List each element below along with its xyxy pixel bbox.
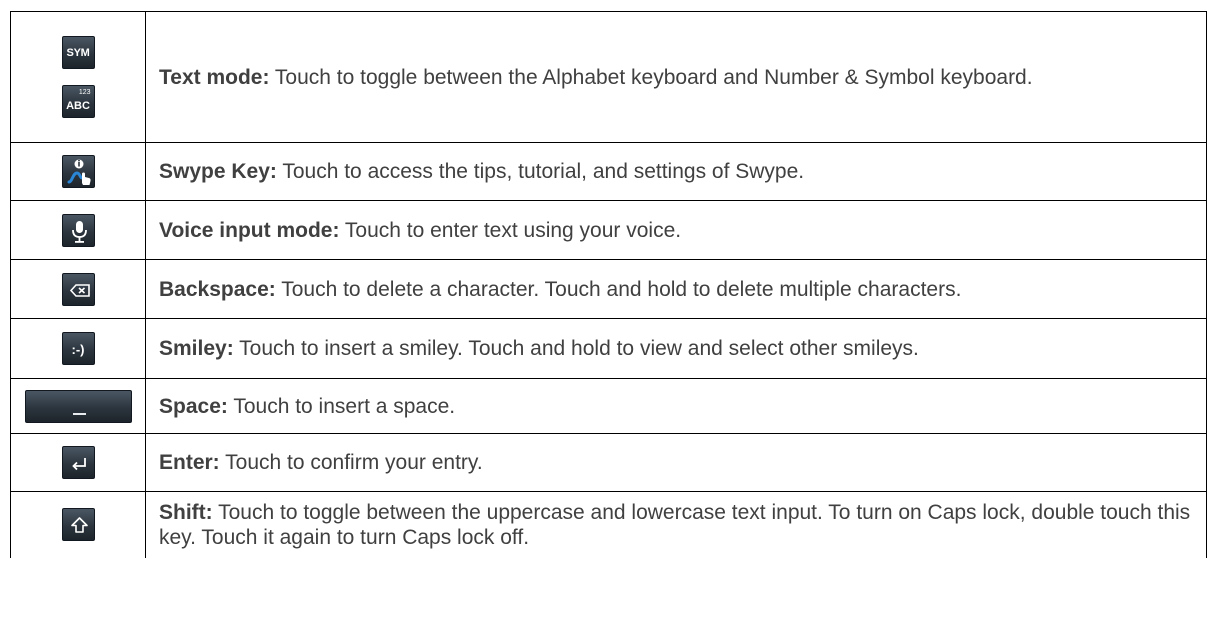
keyboard-keys-table: SYM 123 ABC Text mode: Touch to toggle b… [10, 11, 1207, 558]
table-row: :-) Smiley: Touch to insert a smiley. To… [10, 318, 1207, 379]
table-row: Space: Touch to insert a space. [10, 378, 1207, 434]
description-text: Touch to delete a character. Touch and h… [275, 277, 962, 301]
icon-cell: SYM 123 ABC [10, 11, 146, 143]
smiley-key-icon: :-) [61, 332, 95, 365]
icon-cell [10, 378, 146, 434]
abc-key-label: ABC [66, 100, 90, 112]
description-cell: Space: Touch to insert a space. [145, 378, 1207, 434]
description-text: Touch to toggle between the uppercase an… [159, 500, 1191, 549]
description-text: Touch to insert a space. [227, 394, 456, 418]
table-row: Backspace: Touch to delete a character. … [10, 259, 1207, 319]
swype-key-icon [61, 155, 95, 188]
description-text: Touch to insert a smiley. Touch and hold… [233, 337, 919, 360]
abc-key-icon: 123 ABC [61, 85, 95, 118]
term-label: Text mode: [159, 65, 270, 89]
sym-key-icon: SYM [61, 36, 95, 69]
table-row: Shift: Touch to toggle between the upper… [10, 491, 1207, 558]
space-bar-glyph [72, 412, 86, 415]
icon-cell [10, 259, 146, 319]
term-label: Swype Key: [159, 160, 277, 183]
description-text: Touch to access the tips, tutorial, and … [276, 160, 805, 183]
icon-cell [10, 142, 146, 201]
description-cell: Swype Key: Touch to access the tips, tut… [145, 142, 1207, 201]
term-label: Shift: [159, 500, 213, 524]
sym-key-label: SYM [66, 47, 90, 59]
description-cell: Backspace: Touch to delete a character. … [145, 259, 1207, 319]
term-label: Backspace: [159, 277, 276, 301]
term-label: Space: [159, 394, 228, 418]
icon-cell: :-) [10, 318, 146, 379]
description-text: Touch to confirm your entry. [219, 451, 483, 474]
backspace-key-icon [61, 272, 95, 306]
num-key-label: 123 [78, 89, 91, 96]
description-cell: Shift: Touch to toggle between the upper… [145, 491, 1207, 558]
table-row: Swype Key: Touch to access the tips, tut… [10, 142, 1207, 201]
term-label: Enter: [159, 451, 220, 474]
icon-cell [10, 491, 146, 558]
description-text: Touch to toggle between the Alphabet key… [269, 65, 1033, 89]
table-row: Voice input mode: Touch to enter text us… [10, 200, 1207, 260]
description-cell: Text mode: Touch to toggle between the A… [145, 11, 1207, 143]
table-row: SYM 123 ABC Text mode: Touch to toggle b… [10, 11, 1207, 143]
smiley-key-label: :-) [71, 342, 85, 357]
table-row: Enter: Touch to confirm your entry. [10, 433, 1207, 492]
description-cell: Enter: Touch to confirm your entry. [145, 433, 1207, 492]
enter-key-icon [61, 446, 95, 479]
description-cell: Voice input mode: Touch to enter text us… [145, 200, 1207, 260]
description-text: Touch to enter text using your voice. [339, 218, 682, 242]
term-label: Smiley: [159, 337, 234, 360]
description-cell: Smiley: Touch to insert a smiley. Touch … [145, 318, 1207, 379]
shift-key-icon [61, 508, 95, 542]
icon-cell [10, 433, 146, 492]
space-key-icon [24, 389, 132, 423]
microphone-key-icon [61, 213, 95, 247]
icon-cell [10, 200, 146, 260]
term-label: Voice input mode: [159, 218, 340, 242]
